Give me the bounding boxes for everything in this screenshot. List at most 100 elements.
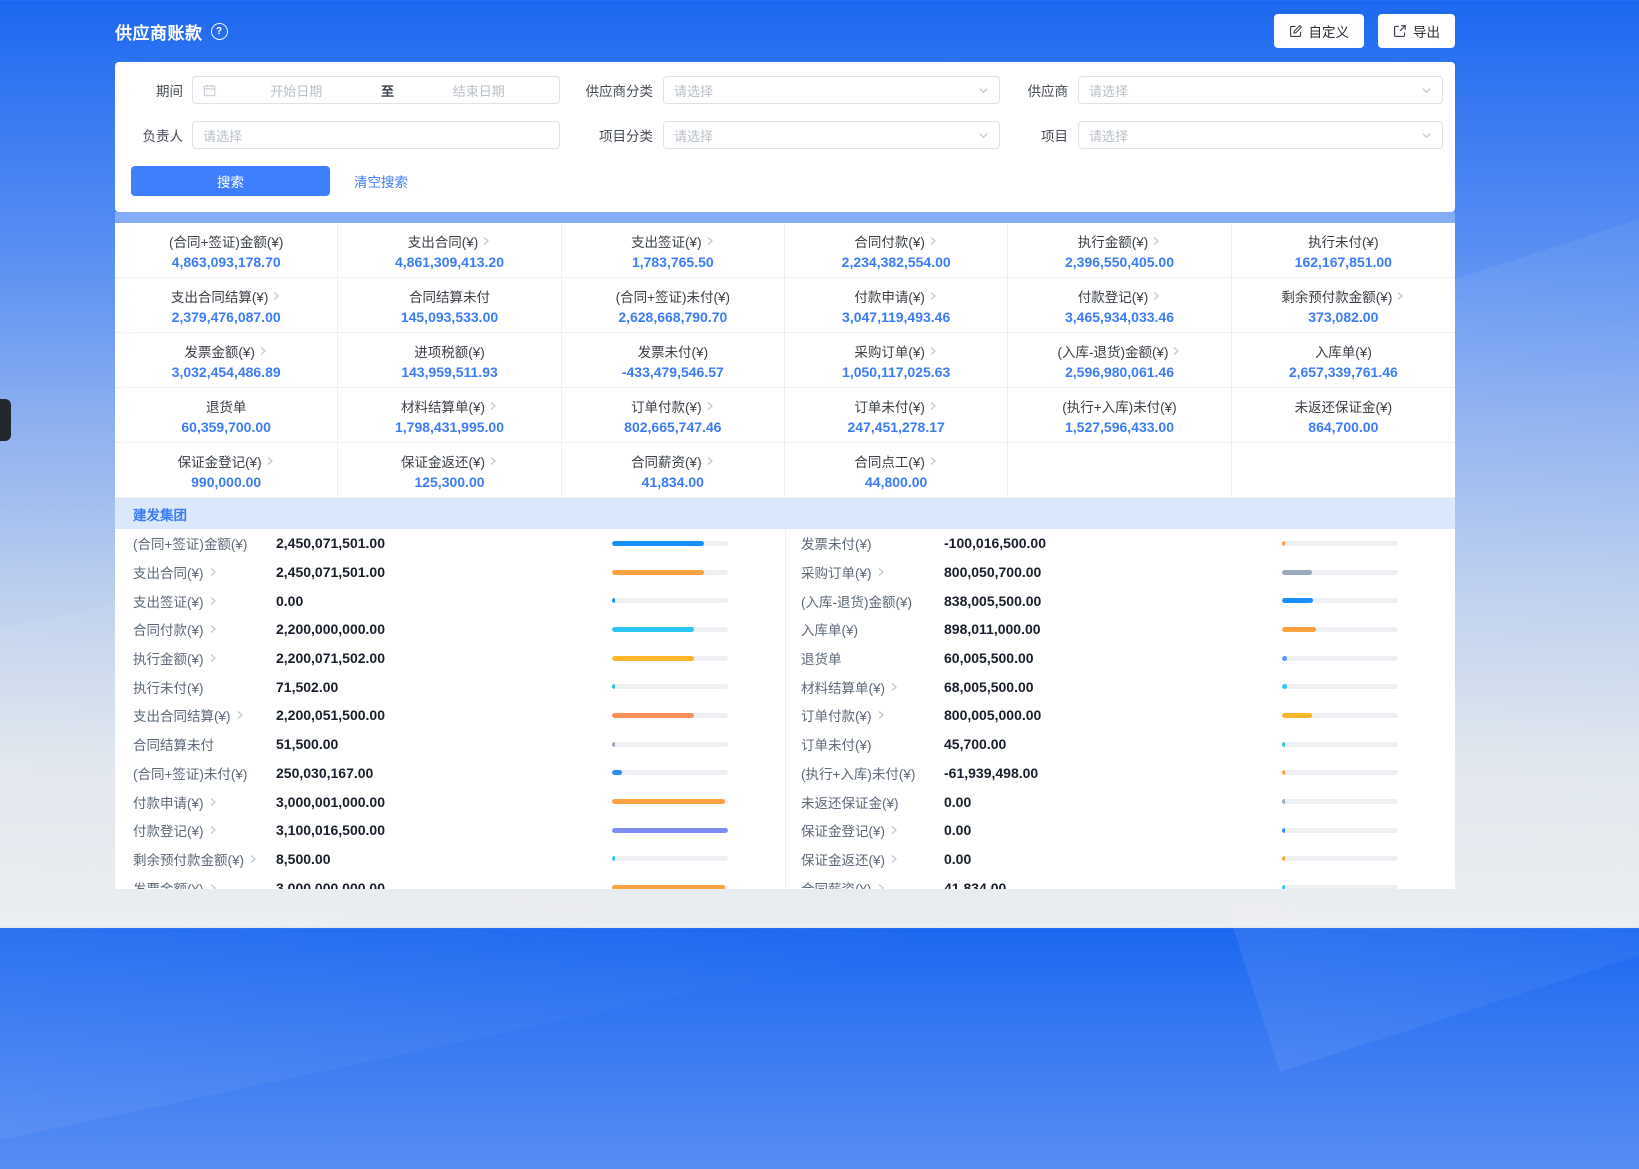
side-drawer-handle[interactable]: [0, 399, 11, 441]
summary-metric[interactable]: 发票金额(¥)3,032,454,486.89: [115, 333, 338, 388]
summary-metric[interactable]: 支出签证(¥)1,783,765.50: [562, 223, 785, 278]
summary-metric[interactable]: 保证金登记(¥)990,000.00: [115, 443, 338, 498]
summary-metric: 执行未付(¥)162,167,851.00: [1232, 223, 1455, 278]
chevron-down-icon: [1421, 130, 1432, 141]
detail-label[interactable]: 保证金登记(¥): [801, 820, 944, 840]
detail-label[interactable]: 材料结算单(¥): [801, 677, 944, 697]
metric-value[interactable]: 2,396,550,405.00: [1065, 254, 1174, 270]
metric-value[interactable]: 373,082.00: [1308, 309, 1378, 325]
help-icon[interactable]: ?: [211, 23, 228, 40]
summary-metric[interactable]: 剩余预付款金额(¥)373,082.00: [1232, 278, 1455, 333]
metric-value[interactable]: 125,300.00: [414, 474, 484, 490]
summary-metric[interactable]: 支出合同结算(¥)2,379,476,087.00: [115, 278, 338, 333]
summary-metric[interactable]: 付款申请(¥) 3,047,119,493.46: [785, 278, 1008, 333]
metric-value[interactable]: 2,379,476,087.00: [172, 309, 281, 325]
metric-value[interactable]: 247,451,278.17: [847, 419, 944, 435]
supplier-select[interactable]: 请选择: [1078, 76, 1443, 104]
detail-label: 订单未付(¥): [801, 734, 944, 754]
metric-bar-fill: [612, 656, 694, 661]
detail-value: 51,500.00: [276, 736, 338, 752]
summary-metric[interactable]: 订单未付(¥)247,451,278.17: [785, 388, 1008, 443]
metric-value[interactable]: 4,861,309,413.20: [395, 254, 504, 270]
metric-value[interactable]: 990,000.00: [191, 474, 261, 490]
metric-label: (合同+签证)金额(¥): [169, 231, 283, 251]
project-category-select[interactable]: 请选择: [663, 121, 1000, 149]
metric-value[interactable]: 1,050,117,025.63: [842, 364, 950, 380]
company-name-link[interactable]: 建发集团: [133, 504, 187, 524]
detail-value: 8,500.00: [276, 851, 331, 867]
summary-metric[interactable]: (入库-退货)金额(¥)2,596,980,061.46: [1008, 333, 1231, 388]
detail-label[interactable]: 保证金返还(¥): [801, 849, 944, 869]
metric-bar-fill: [612, 570, 704, 575]
metric-value[interactable]: 1,783,765.50: [632, 254, 714, 270]
chevron-down-icon: [978, 85, 989, 96]
metric-value[interactable]: 41,834.00: [642, 474, 704, 490]
metric-value[interactable]: 3,032,454,486.89: [172, 364, 281, 380]
summary-metric[interactable]: 订单付款(¥)802,665,747.46: [562, 388, 785, 443]
detail-label-text: 合同结算未付: [133, 734, 214, 754]
summary-metric[interactable]: 采购订单(¥)1,050,117,025.63: [785, 333, 1008, 388]
detail-label[interactable]: 支出合同结算(¥): [133, 705, 276, 725]
search-button[interactable]: 搜索: [131, 166, 330, 196]
metric-bar: [1282, 742, 1398, 747]
detail-label[interactable]: 发票金额(¥): [133, 878, 276, 889]
summary-metric[interactable]: 支出合同(¥)4,861,309,413.20: [338, 223, 561, 278]
summary-metric[interactable]: 材料结算单(¥) 1,798,431,995.00: [338, 388, 561, 443]
summary-metric[interactable]: 付款登记(¥)3,465,934,033.46: [1008, 278, 1231, 333]
detail-row: 剩余预付款金额(¥)8,500.00: [115, 845, 785, 874]
metric-value[interactable]: 3,047,119,493.46: [842, 309, 950, 325]
detail-label[interactable]: 采购订单(¥): [801, 562, 944, 582]
summary-metric: 未返还保证金(¥)864,700.00: [1232, 388, 1455, 443]
chevron-right-icon: [1395, 291, 1405, 301]
detail-label[interactable]: 付款登记(¥): [133, 820, 276, 840]
customize-button[interactable]: 自定义: [1274, 14, 1365, 48]
detail-row: 保证金返还(¥)0.00: [786, 845, 1455, 874]
summary-metric[interactable]: 执行金额(¥)2,396,550,405.00: [1008, 223, 1231, 278]
detail-value: 2,200,071,502.00: [276, 650, 385, 666]
metric-value[interactable]: 44,800.00: [865, 474, 927, 490]
date-range-input[interactable]: 开始日期 至 结束日期: [192, 76, 560, 104]
detail-label[interactable]: 剩余预付款金额(¥): [133, 849, 276, 869]
clear-search-link[interactable]: 清空搜索: [354, 171, 408, 191]
detail-row: (入库-退货)金额(¥)838,005,500.00: [786, 586, 1455, 615]
metric-value[interactable]: 2,596,980,061.46: [1065, 364, 1174, 380]
start-date-placeholder[interactable]: 开始日期: [216, 81, 377, 100]
owner-select[interactable]: 请选择: [192, 121, 560, 149]
detail-row: 合同薪资(¥)41,834.00: [786, 873, 1455, 889]
detail-row: 发票未付(¥)-100,016,500.00: [786, 529, 1455, 558]
summary-metric[interactable]: 保证金返还(¥)125,300.00: [338, 443, 561, 498]
detail-label: (执行+入库)未付(¥): [801, 763, 944, 783]
detail-label[interactable]: 订单付款(¥): [801, 705, 944, 725]
detail-label-text: 保证金返还(¥): [801, 849, 885, 869]
metric-bar-fill: [612, 885, 725, 889]
detail-row: 合同结算未付 51,500.00: [115, 730, 785, 759]
summary-metric[interactable]: 合同点工(¥)44,800.00: [785, 443, 1008, 498]
supplier-category-select[interactable]: 请选择: [663, 76, 1000, 104]
detail-label-text: 支出签证(¥): [133, 591, 204, 611]
summary-metric[interactable]: 合同薪资(¥)41,834.00: [562, 443, 785, 498]
chevron-right-icon: [889, 825, 899, 835]
detail-value: 0.00: [276, 593, 303, 609]
detail-label-text: 合同付款(¥): [133, 619, 204, 639]
detail-label[interactable]: 支出签证(¥): [133, 591, 276, 611]
detail-label[interactable]: 付款申请(¥): [133, 792, 276, 812]
detail-label-text: 订单付款(¥): [801, 705, 872, 725]
export-button[interactable]: 导出: [1378, 14, 1455, 48]
metric-value[interactable]: 1,798,431,995.00: [395, 419, 504, 435]
summary-metric[interactable]: 合同付款(¥)2,234,382,554.00: [785, 223, 1008, 278]
metric-value[interactable]: 802,665,747.46: [624, 419, 721, 435]
metric-label: 付款申请(¥): [854, 286, 925, 306]
metric-label: 材料结算单(¥): [401, 396, 485, 416]
project-select[interactable]: 请选择: [1078, 121, 1443, 149]
detail-label[interactable]: 执行金额(¥): [133, 648, 276, 668]
metric-value[interactable]: 2,234,382,554.00: [842, 254, 951, 270]
detail-label[interactable]: 合同付款(¥): [133, 619, 276, 639]
metric-value[interactable]: 3,465,934,033.46: [1065, 309, 1174, 325]
chevron-right-icon: [928, 236, 938, 246]
metric-value: 1,527,596,433.00: [1065, 419, 1174, 435]
end-date-placeholder[interactable]: 结束日期: [399, 81, 560, 100]
metric-value: 2,657,339,761.46: [1289, 364, 1398, 380]
chevron-right-icon: [208, 567, 218, 577]
detail-label[interactable]: 合同薪资(¥): [801, 878, 944, 889]
detail-label[interactable]: 支出合同(¥): [133, 562, 276, 582]
